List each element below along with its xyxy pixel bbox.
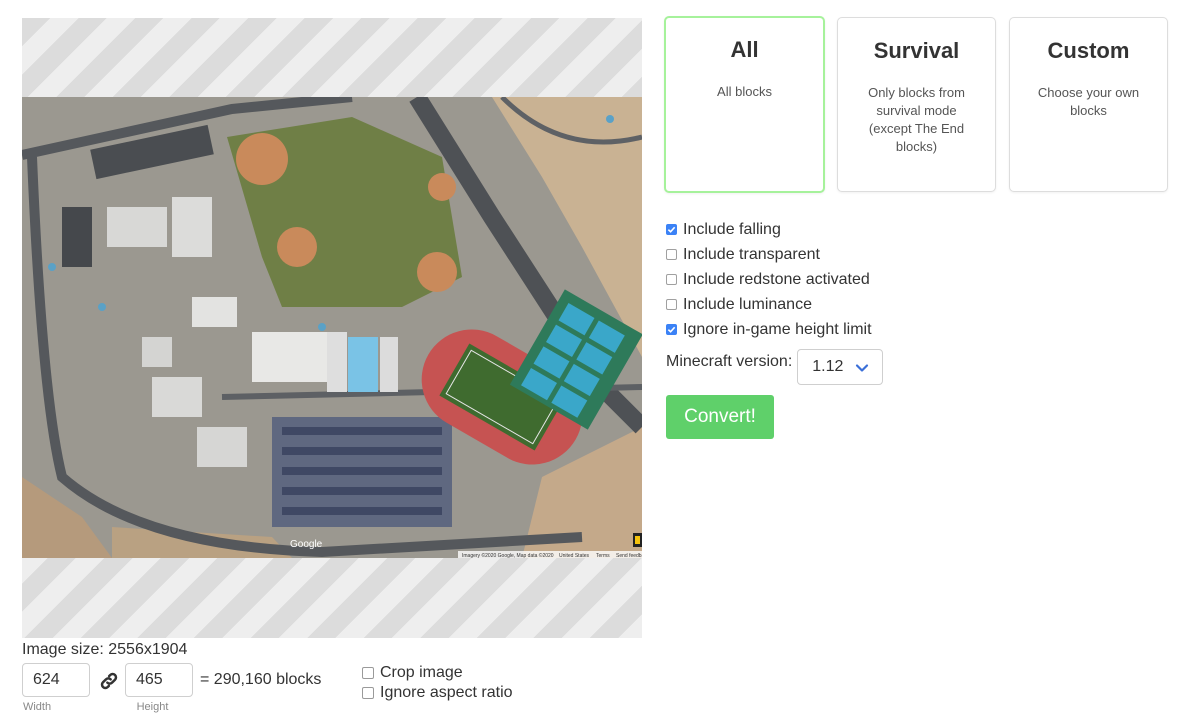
- option-label: Include luminance: [683, 295, 812, 313]
- chevron-down-icon: [856, 364, 869, 372]
- mode-card-title: Survival: [873, 38, 960, 63]
- mode-card-custom[interactable]: Custom Choose your own blocks: [1009, 17, 1168, 192]
- svg-text:Imagery ©2020 Google, Map data: Imagery ©2020 Google, Map data ©2020: [462, 552, 554, 558]
- option-ignore-height-limit[interactable]: Ignore in-game height limit: [666, 317, 872, 342]
- ignore-aspect-checkbox[interactable]: [362, 687, 374, 699]
- image-preview: Google Imagery ©2020 Google, Map data ©2…: [22, 18, 642, 638]
- crop-image-option[interactable]: Crop image: [362, 663, 513, 683]
- options-list: Include falling Include transparent Incl…: [666, 217, 872, 342]
- height-input[interactable]: [125, 663, 193, 697]
- check-icon: [667, 326, 676, 333]
- option-include-redstone[interactable]: Include redstone activated: [666, 267, 872, 292]
- link-icon[interactable]: [99, 671, 119, 691]
- include-falling-checkbox[interactable]: [666, 224, 677, 235]
- aerial-map-image: Google Imagery ©2020 Google, Map data ©2…: [22, 97, 642, 558]
- option-label: Ignore in-game height limit: [683, 320, 872, 338]
- width-input[interactable]: [22, 663, 90, 697]
- include-transparent-checkbox[interactable]: [666, 249, 677, 260]
- include-luminance-checkbox[interactable]: [666, 299, 677, 310]
- ignore-aspect-label: Ignore aspect ratio: [380, 684, 513, 701]
- svg-text:United States: United States: [559, 553, 590, 558]
- blocks-count: = 290,160 blocks: [200, 671, 322, 688]
- include-redstone-checkbox[interactable]: [666, 274, 677, 285]
- minecraft-version-row: Minecraft version: 1.12: [666, 349, 884, 385]
- height-label: Height: [136, 701, 169, 713]
- option-label: Include redstone activated: [683, 270, 870, 288]
- mode-card-survival[interactable]: Survival Only blocks from survival mode …: [837, 17, 996, 192]
- option-include-luminance[interactable]: Include luminance: [666, 292, 872, 317]
- mode-card-desc: Choose your own blocks: [1037, 85, 1140, 118]
- crop-image-label: Crop image: [380, 664, 463, 681]
- check-icon: [667, 226, 676, 233]
- minecraft-version-label: Minecraft version:: [666, 353, 793, 370]
- option-label: Include falling: [683, 220, 781, 238]
- svg-text:Terms: Terms: [596, 553, 610, 558]
- image-size-text: Image size: 2556x1904: [22, 641, 188, 658]
- mode-card-all[interactable]: All All blocks: [664, 16, 825, 193]
- option-include-falling[interactable]: Include falling: [666, 217, 872, 242]
- mode-card-desc: All blocks: [717, 84, 772, 99]
- minecraft-version-select[interactable]: 1.12: [797, 349, 884, 385]
- ignore-height-limit-checkbox[interactable]: [666, 324, 677, 335]
- option-label: Include transparent: [683, 245, 820, 263]
- width-label: Width: [22, 701, 52, 713]
- ignore-aspect-option[interactable]: Ignore aspect ratio: [362, 683, 513, 703]
- option-include-transparent[interactable]: Include transparent: [666, 242, 872, 267]
- crop-options: Crop image Ignore aspect ratio: [362, 663, 513, 703]
- svg-text:Send feedback: Send feedback: [616, 553, 642, 558]
- minecraft-version-value: 1.12: [812, 358, 844, 375]
- mode-card-title: All: [730, 37, 759, 62]
- mode-card-title: Custom: [1047, 38, 1130, 63]
- mode-card-desc: Only blocks from survival mode (except T…: [868, 85, 965, 154]
- map-google-label: Google: [290, 539, 323, 550]
- convert-button[interactable]: Convert!: [666, 395, 774, 439]
- crop-image-checkbox[interactable]: [362, 667, 374, 679]
